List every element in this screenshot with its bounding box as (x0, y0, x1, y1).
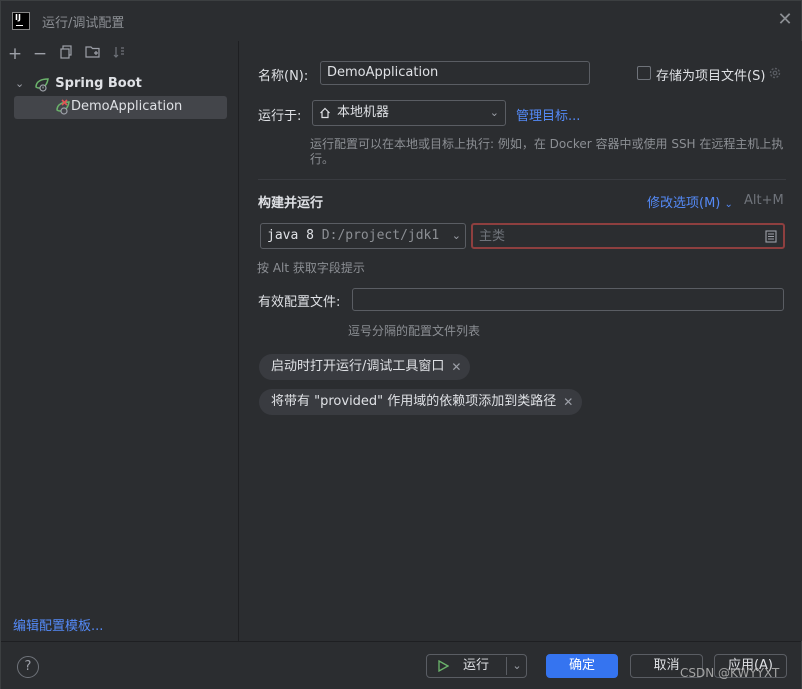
store-as-project-file-label: 存储为项目文件(S) (656, 69, 766, 84)
alt-hint: 按 Alt 获取字段提示 (257, 261, 365, 275)
modify-options-shortcut: Alt+M (744, 193, 784, 208)
remove-icon[interactable]: − (31, 45, 49, 63)
chevron-down-icon: ⌄ (724, 199, 733, 210)
jdk-select[interactable]: java 8 D:/project/jdk1 ⌄ (260, 223, 466, 249)
name-label: 名称(N): (258, 69, 309, 84)
run-button-label: 运行 (463, 658, 490, 673)
run-on-label: 运行于: (258, 109, 302, 124)
close-icon[interactable]: ✕ (775, 10, 795, 30)
ok-button[interactable]: 确定 (546, 654, 618, 678)
divider (258, 179, 786, 180)
chevron-down-icon: ⌄ (449, 224, 461, 248)
name-input[interactable]: DemoApplication (320, 61, 590, 85)
config-form-panel: 名称(N): DemoApplication 存储为项目文件(S) 运行于: 本… (240, 41, 802, 641)
add-icon[interactable]: + (6, 45, 24, 63)
tree-item-label: DemoApplication (71, 99, 183, 114)
edit-config-templates-link[interactable]: 编辑配置模板... (13, 615, 103, 634)
dialog-button-bar: ? 运行 ⌄ 确定 取消 应用(A) CSDN @KWYYXT (1, 641, 801, 689)
jdk-value: java 8 (267, 228, 314, 243)
tree-item-demo-application[interactable]: DemoApplication (14, 96, 227, 119)
play-icon (438, 660, 449, 672)
config-tree-panel: + − ⌄ Spring Boot DemoApplication 编辑配置模板… (1, 41, 239, 641)
spring-boot-error-icon (56, 99, 70, 115)
modify-options-link[interactable]: 修改选项(M) ⌄ (647, 192, 733, 211)
help-button[interactable]: ? (17, 656, 39, 678)
window-title: 运行/调试配置 (42, 16, 125, 31)
chip-label: 启动时打开运行/调试工具窗口 (271, 359, 445, 374)
home-icon (320, 107, 330, 119)
manage-targets-link[interactable]: 管理目标... (516, 105, 580, 124)
build-run-title: 构建并运行 (258, 196, 324, 211)
main-class-input[interactable]: 主类 (471, 223, 785, 249)
copy-icon[interactable] (57, 45, 75, 63)
main-class-placeholder: 主类 (479, 229, 506, 244)
chevron-down-icon: ⌄ (512, 659, 522, 672)
store-as-project-file-checkbox[interactable] (637, 66, 651, 80)
run-button-group: 运行 ⌄ (426, 654, 527, 678)
app-icon-text: IJ (15, 13, 21, 22)
run-on-hint: 运行配置可以在本地或目标上执行: 例如，在 Docker 容器中或使用 SSH … (310, 137, 784, 166)
chip-label: 将带有 "provided" 作用域的依赖项添加到类路径 (271, 394, 557, 409)
active-profiles-input[interactable] (352, 288, 784, 311)
spring-boot-icon (35, 77, 50, 92)
chevron-down-icon: ⌄ (489, 106, 499, 119)
option-chip-open-tool-window: 启动时打开运行/调试工具窗口 ✕ (259, 354, 471, 380)
run-on-value: 本地机器 (337, 105, 390, 120)
title-bar: IJ 运行/调试配置 ✕ (1, 1, 801, 41)
active-profiles-label: 有效配置文件: (258, 295, 341, 310)
tree-group-label: Spring Boot (55, 76, 142, 91)
tree-group-spring-boot[interactable]: ⌄ Spring Boot (15, 73, 235, 95)
chevron-down-icon[interactable]: ⌄ (15, 73, 29, 95)
watermark: CSDN @KWYYXT (680, 666, 780, 680)
close-icon[interactable]: ✕ (451, 354, 461, 380)
run-on-select[interactable]: 本地机器 ⌄ (312, 100, 506, 126)
close-icon[interactable]: ✕ (563, 389, 573, 415)
modify-options-label: 修改选项(M) (647, 196, 721, 211)
option-chip-provided-scope: 将带有 "provided" 作用域的依赖项添加到类路径 ✕ (259, 389, 583, 415)
run-options-dropdown[interactable]: ⌄ (507, 655, 527, 677)
intellij-icon: IJ (12, 12, 30, 30)
sort-icon[interactable] (110, 45, 128, 63)
gear-icon[interactable] (768, 66, 782, 80)
new-folder-icon[interactable] (84, 45, 102, 63)
tree-toolbar: + − (1, 41, 239, 67)
run-button[interactable]: 运行 (427, 655, 506, 677)
browse-icon[interactable] (765, 230, 777, 243)
active-profiles-hint: 逗号分隔的配置文件列表 (348, 324, 481, 338)
jdk-path: D:/project/jdk1 (321, 228, 440, 243)
run-debug-config-dialog: IJ 运行/调试配置 ✕ + − ⌄ Spring Boot DemoAppli… (0, 0, 802, 689)
